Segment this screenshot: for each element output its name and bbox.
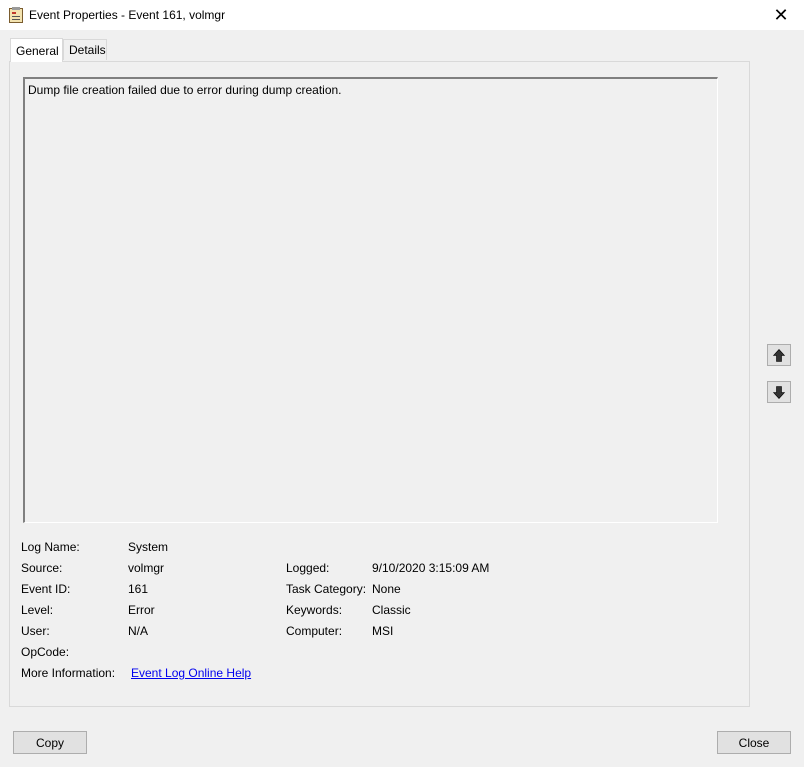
logged-value: 9/10/2020 3:15:09 AM bbox=[372, 561, 490, 575]
close-button[interactable]: Close bbox=[717, 731, 791, 754]
computer-label: Computer: bbox=[286, 624, 343, 638]
user-label: User: bbox=[21, 624, 50, 638]
source-label: Source: bbox=[21, 561, 63, 575]
title-bar: Event Properties - Event 161, volmgr ✕ bbox=[0, 0, 804, 30]
opcode-label: OpCode: bbox=[21, 645, 70, 659]
task-category-value: None bbox=[372, 582, 401, 596]
log-name-label: Log Name: bbox=[21, 540, 80, 554]
level-label: Level: bbox=[21, 603, 54, 617]
logged-label: Logged: bbox=[286, 561, 330, 575]
copy-button-label: Copy bbox=[35, 735, 64, 750]
event-viewer-icon bbox=[9, 7, 23, 23]
arrow-up-icon bbox=[773, 348, 785, 362]
close-window-button[interactable]: ✕ bbox=[758, 0, 804, 30]
keywords-label: Keywords: bbox=[286, 603, 343, 617]
event-log-online-help-link[interactable]: Event Log Online Help bbox=[131, 666, 251, 680]
level-value: Error bbox=[128, 603, 155, 617]
event-id-label: Event ID: bbox=[21, 582, 71, 596]
user-value: N/A bbox=[128, 624, 149, 638]
window-title: Event Properties - Event 161, volmgr bbox=[29, 8, 226, 22]
tab-details-label: Details bbox=[69, 43, 106, 57]
event-description-box[interactable]: Dump file creation failed due to error d… bbox=[23, 77, 718, 523]
task-category-label: Task Category: bbox=[286, 582, 367, 596]
tab-general-label: General bbox=[16, 43, 59, 58]
close-icon: ✕ bbox=[773, 4, 789, 25]
next-event-button[interactable] bbox=[767, 381, 791, 403]
event-id-value: 161 bbox=[128, 582, 149, 596]
keywords-value: Classic bbox=[372, 603, 411, 617]
tab-general[interactable]: General bbox=[10, 38, 63, 62]
previous-event-button[interactable] bbox=[767, 344, 791, 366]
copy-button[interactable]: Copy bbox=[13, 731, 87, 754]
arrow-down-icon bbox=[773, 385, 785, 399]
close-button-label: Close bbox=[738, 735, 770, 750]
log-name-value: System bbox=[128, 540, 169, 554]
event-description: Dump file creation failed due to error d… bbox=[28, 83, 342, 97]
tab-details[interactable]: Details bbox=[63, 39, 107, 60]
source-value: volmgr bbox=[128, 561, 165, 575]
more-information-label: More Information: bbox=[21, 666, 116, 680]
computer-value: MSI bbox=[372, 624, 394, 638]
